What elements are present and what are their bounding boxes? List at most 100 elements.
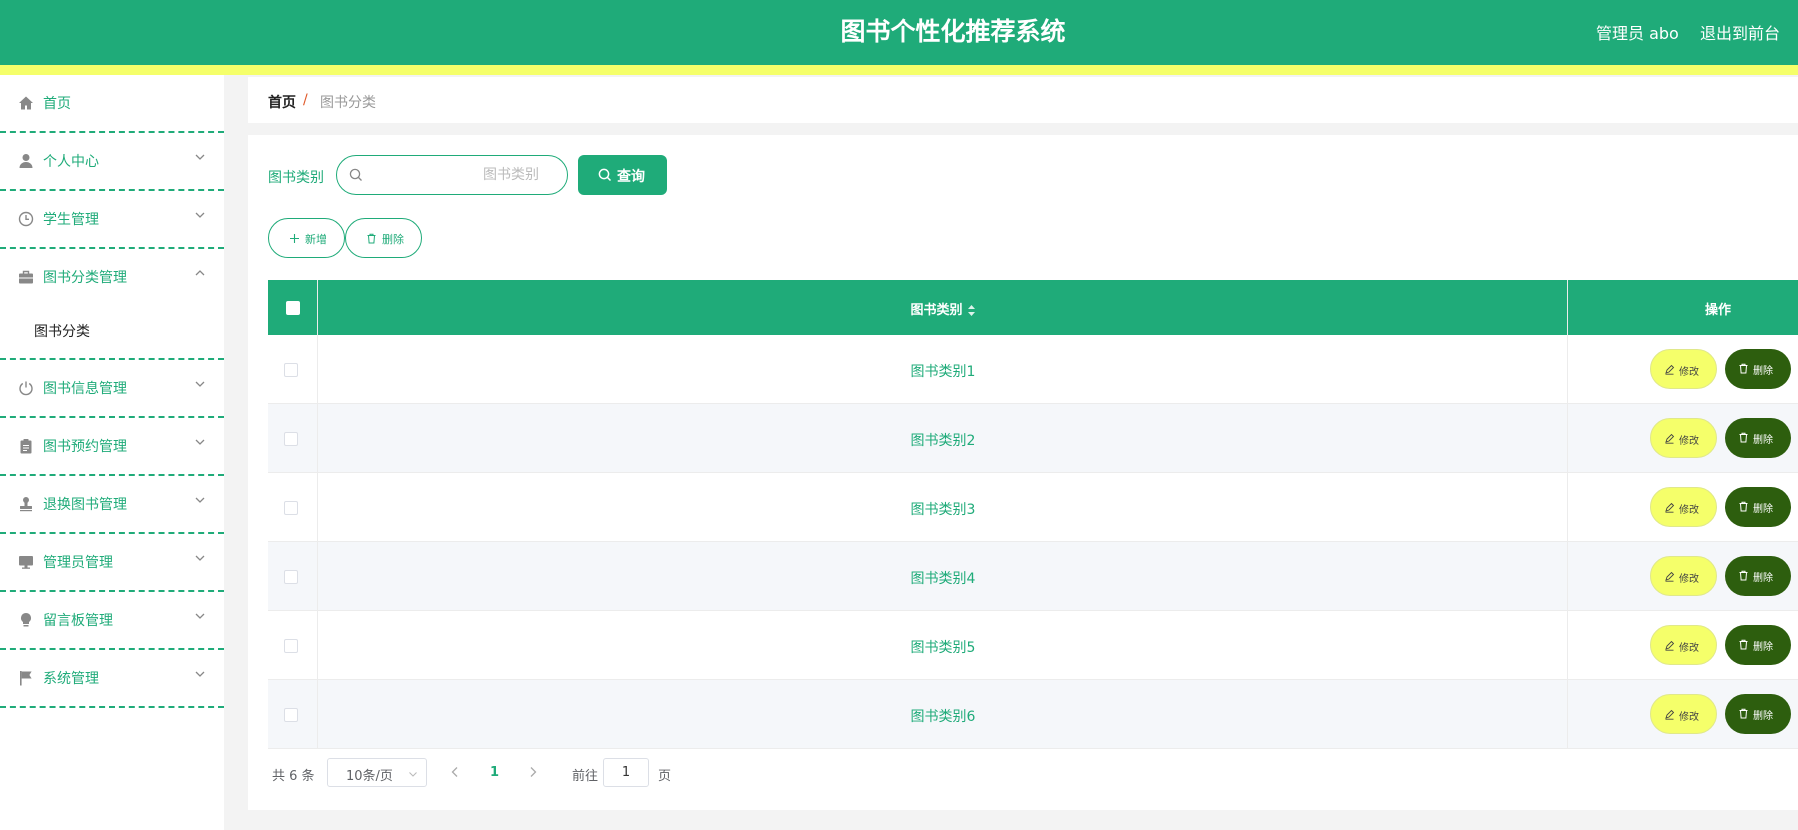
sidebar-item-label: 图书信息管理 — [43, 381, 127, 397]
table-row: 图书类别3 修改 删除 — [268, 473, 1798, 542]
table-row: 图书类别6 修改 删除 — [268, 680, 1798, 749]
sidebar-item-personal-center[interactable]: 个人中心 — [0, 133, 224, 191]
trash-icon — [1739, 432, 1748, 443]
page-unit-label: 页 — [658, 769, 672, 784]
delete-button[interactable]: 删除 — [1725, 556, 1791, 596]
batch-delete-button[interactable]: 删除 — [345, 218, 422, 258]
delete-button-label: 删除 — [1753, 435, 1773, 446]
sidebar-item-label: 图书预约管理 — [43, 439, 127, 455]
edit-button-label: 修改 — [1679, 505, 1699, 516]
goto-page-input[interactable] — [603, 758, 649, 787]
table-row: 图书类别2 修改 删除 — [268, 404, 1798, 473]
delete-button[interactable]: 删除 — [1725, 487, 1791, 527]
edit-button[interactable]: 修改 — [1650, 487, 1717, 527]
sidebar-item-label: 退换图书管理 — [43, 497, 127, 513]
plus-icon — [290, 234, 299, 243]
category-name: 图书类别4 — [910, 571, 976, 587]
main-panel: 图书类别 查询 新增 删除 图书类别 操作 图书类别1 修改 — [248, 135, 1798, 810]
edit-button-label: 修改 — [1679, 436, 1699, 447]
edit-button[interactable]: 修改 — [1650, 556, 1717, 596]
search-field — [336, 155, 568, 195]
trash-icon — [1739, 639, 1748, 650]
select-all-checkbox[interactable] — [286, 301, 300, 315]
trash-icon — [1739, 363, 1748, 374]
row-checkbox[interactable] — [284, 501, 298, 515]
delete-button-label: 删除 — [1753, 573, 1773, 584]
column-header-label: 图书类别 — [910, 303, 963, 318]
chevron-down-icon — [195, 154, 205, 160]
sidebar-item-admin-management[interactable]: 管理员管理 — [0, 534, 224, 592]
logout-link[interactable]: 退出到前台 — [1700, 20, 1780, 44]
edit-icon — [1665, 709, 1675, 720]
category-name: 图书类别1 — [910, 364, 976, 380]
delete-button[interactable]: 删除 — [1725, 418, 1791, 458]
row-checkbox[interactable] — [284, 639, 298, 653]
page-number[interactable]: 1 — [490, 765, 499, 780]
row-checkbox[interactable] — [284, 432, 298, 446]
edit-button[interactable]: 修改 — [1650, 625, 1717, 665]
batch-delete-button-label: 删除 — [382, 233, 404, 246]
sidebar-item-book-reservation-management[interactable]: 图书预约管理 — [0, 418, 224, 476]
search-label: 图书类别 — [268, 170, 324, 186]
flag-icon — [20, 671, 32, 686]
prev-page-icon[interactable] — [450, 766, 460, 778]
sidebar: 首页 个人中心 学生管理 图书分类管理 图书分类 图书信息管理 图书预约管理 退… — [0, 75, 224, 830]
sidebar-item-student-management[interactable]: 学生管理 — [0, 191, 224, 249]
sidebar-item-label: 系统管理 — [43, 671, 99, 687]
column-header-category[interactable]: 图书类别 — [318, 280, 1568, 335]
sidebar-item-message-board-management[interactable]: 留言板管理 — [0, 592, 224, 650]
category-name: 图书类别2 — [910, 433, 976, 449]
sidebar-item-home[interactable]: 首页 — [0, 75, 224, 133]
row-checkbox[interactable] — [284, 570, 298, 584]
edit-button[interactable]: 修改 — [1650, 694, 1717, 734]
chevron-up-icon — [195, 270, 205, 276]
delete-button[interactable]: 删除 — [1725, 694, 1791, 734]
search-icon — [349, 168, 362, 181]
delete-button[interactable]: 删除 — [1725, 349, 1791, 389]
chevron-down-icon — [195, 555, 205, 561]
goto-label: 前往 — [572, 769, 599, 784]
trash-icon — [1739, 570, 1748, 581]
page-size-select[interactable]: 10条/页 — [327, 758, 427, 787]
edit-button-label: 修改 — [1679, 574, 1699, 585]
edit-icon — [1665, 571, 1675, 582]
power-icon — [19, 381, 33, 396]
search-icon — [598, 168, 612, 182]
search-input[interactable] — [373, 164, 553, 186]
delete-button-label: 删除 — [1753, 711, 1773, 722]
trash-icon — [1739, 501, 1748, 512]
delete-button[interactable]: 删除 — [1725, 625, 1791, 665]
next-page-icon[interactable] — [528, 766, 538, 778]
sidebar-item-book-info-management[interactable]: 图书信息管理 — [0, 360, 224, 418]
clipboard-icon — [20, 439, 32, 454]
header-accent-stripe — [0, 65, 1798, 75]
breadcrumb-home[interactable]: 首页 — [268, 92, 296, 112]
edit-button-label: 修改 — [1679, 712, 1699, 723]
trash-icon — [1739, 708, 1748, 719]
table-header: 图书类别 操作 — [268, 280, 1798, 335]
edit-icon — [1665, 640, 1675, 651]
category-name: 图书类别5 — [910, 640, 976, 656]
table-row: 图书类别1 修改 删除 — [268, 335, 1798, 404]
add-button[interactable]: 新增 — [268, 218, 345, 258]
pagination-total: 共 6 条 — [272, 769, 315, 784]
edit-button[interactable]: 修改 — [1650, 349, 1717, 389]
delete-button-label: 删除 — [1753, 642, 1773, 653]
sidebar-item-book-return-management[interactable]: 退换图书管理 — [0, 476, 224, 534]
edit-button[interactable]: 修改 — [1650, 418, 1717, 458]
top-header: 图书个性化推荐系统 管理员 abo 退出到前台 — [0, 0, 1798, 66]
sidebar-item-label: 管理员管理 — [43, 555, 113, 571]
trash-icon — [367, 233, 376, 244]
row-checkbox[interactable] — [284, 708, 298, 722]
query-button[interactable]: 查询 — [578, 155, 667, 195]
chevron-down-icon — [195, 381, 205, 387]
sidebar-item-book-category-management[interactable]: 图书分类管理 图书分类 — [0, 249, 224, 360]
submenu-item-book-category[interactable]: 图书分类 — [34, 321, 90, 341]
home-icon — [19, 96, 33, 110]
row-checkbox[interactable] — [284, 363, 298, 377]
sidebar-item-system-management[interactable]: 系统管理 — [0, 650, 224, 708]
query-button-label: 查询 — [617, 169, 645, 185]
add-button-label: 新增 — [305, 233, 327, 246]
sort-icon[interactable] — [967, 304, 976, 317]
edit-icon — [1665, 364, 1675, 375]
